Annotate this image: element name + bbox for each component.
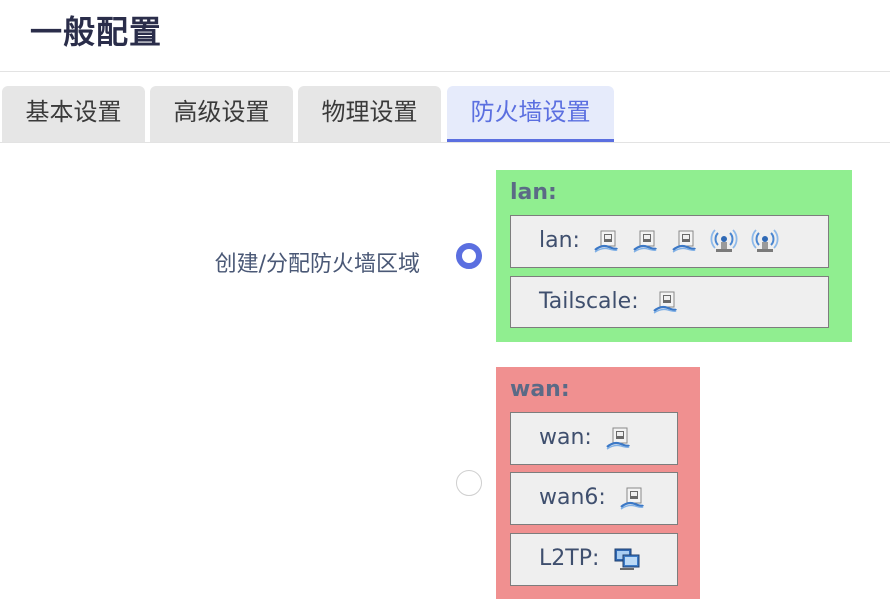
interface-label: wan: — [539, 425, 592, 450]
wifi-antenna-icon — [751, 228, 779, 254]
zone-radio-wan[interactable] — [456, 470, 482, 496]
tab-label: 物理设置 — [321, 98, 418, 126]
ethernet-port-icon — [593, 228, 619, 254]
tab-basic-settings[interactable]: 基本设置 — [2, 86, 145, 142]
interface-l2tp[interactable]: L2TP: — [510, 533, 678, 586]
tab-label: 防火墙设置 — [470, 98, 591, 126]
zone-wan[interactable]: wan: wan: wan6: L2TP: — [496, 367, 700, 599]
zone-lan[interactable]: lan: lan: Tailscale: — [496, 170, 852, 342]
interface-label: L2TP: — [539, 546, 600, 571]
interface-label: Tailscale: — [539, 289, 639, 314]
tunnel-network-icon — [612, 546, 642, 572]
interface-tailscale[interactable]: Tailscale: — [510, 276, 829, 328]
interface-label: lan: — [539, 228, 580, 253]
wifi-antenna-icon — [710, 228, 738, 254]
interface-label: wan6: — [539, 485, 606, 510]
interface-lan[interactable]: lan: — [510, 215, 829, 268]
tab-bar: 基本设置 高级设置 物理设置 防火墙设置 — [0, 86, 890, 143]
tab-physical-settings[interactable]: 物理设置 — [298, 86, 441, 142]
ethernet-port-icon — [605, 425, 631, 451]
zone-name: wan: — [510, 377, 570, 402]
interface-wan6[interactable]: wan6: — [510, 472, 678, 525]
tab-label: 基本设置 — [25, 98, 122, 126]
zone-radio-lan[interactable] — [456, 243, 482, 269]
header-divider — [0, 71, 890, 72]
ethernet-port-icon — [652, 289, 678, 315]
tabs-divider — [0, 142, 890, 143]
firewall-zone-label: 创建/分配防火墙区域 — [214, 252, 420, 277]
interface-wan[interactable]: wan: — [510, 412, 678, 465]
ethernet-port-icon — [671, 228, 697, 254]
page-title: 一般配置 — [30, 13, 163, 51]
tab-firewall-settings[interactable]: 防火墙设置 — [447, 86, 614, 143]
tab-label: 高级设置 — [173, 98, 270, 126]
tab-advanced-settings[interactable]: 高级设置 — [150, 86, 293, 142]
ethernet-port-icon — [632, 228, 658, 254]
zone-name: lan: — [510, 180, 557, 205]
ethernet-port-icon — [619, 485, 645, 511]
